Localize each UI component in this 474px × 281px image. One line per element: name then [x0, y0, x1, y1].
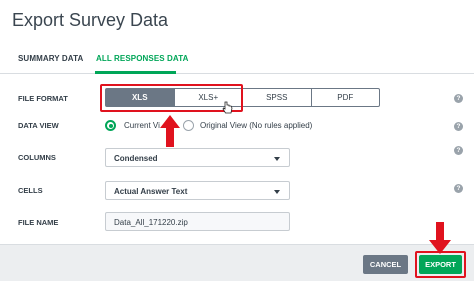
active-tab-indicator: [95, 71, 176, 74]
columns-dropdown-value: Condensed: [114, 154, 158, 163]
data-view-label: DATA VIEW: [18, 121, 59, 130]
mouse-cursor-icon: [222, 101, 233, 114]
format-option-pdf[interactable]: PDF: [312, 89, 380, 106]
arrow-up-annotation: [160, 115, 180, 147]
help-icon[interactable]: ?: [454, 94, 463, 103]
cells-label: CELLS: [18, 186, 43, 195]
help-icon[interactable]: ?: [454, 146, 463, 155]
file-name-label: FILE NAME: [18, 218, 59, 227]
cells-dropdown[interactable]: Actual Answer Text: [105, 181, 290, 200]
radio-original-view[interactable]: [183, 120, 194, 131]
chevron-down-icon: [274, 157, 280, 161]
columns-label: COLUMNS: [18, 153, 56, 162]
columns-dropdown[interactable]: Condensed: [105, 148, 290, 167]
radio-original-view-label: Original View (No rules applied): [200, 121, 313, 130]
tab-all-responses-data[interactable]: ALL RESPONSES DATA: [96, 54, 188, 63]
arrow-down-annotation: [429, 222, 451, 254]
tab-bar: SUMMARY DATA ALL RESPONSES DATA: [0, 46, 474, 74]
radio-current-view-label: Current Vi: [124, 121, 160, 130]
format-option-spss[interactable]: SPSS: [243, 89, 312, 106]
cancel-button[interactable]: CANCEL: [363, 255, 408, 274]
file-name-value: Data_All_171220.zip: [114, 218, 188, 227]
cells-dropdown-value: Actual Answer Text: [114, 187, 188, 196]
file-format-label: FILE FORMAT: [18, 94, 68, 103]
export-button[interactable]: EXPORT: [419, 255, 462, 274]
help-icon[interactable]: ?: [454, 122, 463, 131]
dialog-title: Export Survey Data: [12, 10, 169, 30]
radio-current-view[interactable]: [105, 120, 116, 131]
tab-summary-data[interactable]: SUMMARY DATA: [18, 54, 83, 63]
help-icon[interactable]: ?: [454, 184, 463, 193]
file-name-field[interactable]: Data_All_171220.zip: [105, 212, 290, 231]
chevron-down-icon: [274, 190, 280, 194]
